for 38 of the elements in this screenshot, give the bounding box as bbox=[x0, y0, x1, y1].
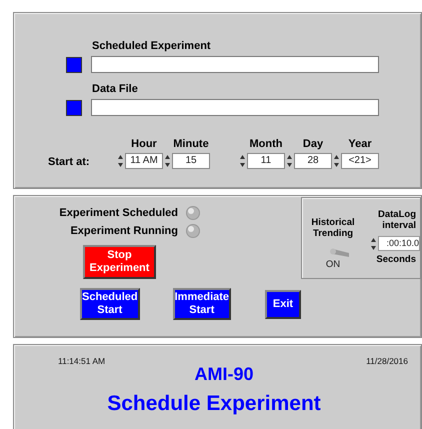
switch-state: ON bbox=[326, 259, 340, 270]
field-label: Scheduled Experiment bbox=[92, 40, 212, 53]
stop-button[interactable]: Stop Experiment bbox=[83, 245, 156, 279]
exit-button[interactable]: Exit bbox=[265, 290, 301, 318]
numeric-field[interactable]: 28 bbox=[294, 153, 332, 169]
numeric-field[interactable]: 11 AM bbox=[125, 153, 163, 169]
interval-field[interactable]: :00:10.0 bbox=[378, 236, 420, 251]
app-title: AMI-90 bbox=[194, 364, 254, 385]
unit-label: Seconds bbox=[376, 254, 416, 265]
spinner-icon[interactable] bbox=[165, 154, 170, 168]
switch-label: Historical Trending bbox=[311, 217, 355, 239]
current-date: 11/28/2016 bbox=[366, 356, 408, 366]
column-header: Year bbox=[347, 138, 373, 150]
start-at-label: Start at: bbox=[48, 156, 91, 169]
field-label: Data File bbox=[92, 83, 139, 96]
column-header: Minute bbox=[172, 138, 210, 150]
interval-label: DataLog interval bbox=[377, 209, 416, 231]
column-header: Month bbox=[248, 138, 284, 150]
start-button[interactable]: Scheduled Start bbox=[80, 288, 140, 320]
numeric-field[interactable]: 11 bbox=[247, 153, 285, 169]
screen-title: Schedule Experiment bbox=[107, 392, 321, 416]
spinner-icon[interactable] bbox=[240, 154, 245, 168]
indicator-label: Experiment Scheduled bbox=[59, 207, 178, 219]
column-header: Hour bbox=[130, 138, 158, 150]
clock-time: 11:14:51 AM bbox=[58, 356, 106, 366]
column-header: Day bbox=[302, 138, 324, 150]
indicator-label: Experiment Running bbox=[70, 225, 178, 237]
spinner-icon[interactable] bbox=[334, 154, 339, 168]
spinner-icon[interactable] bbox=[287, 154, 292, 168]
spinner-icon[interactable] bbox=[371, 236, 376, 250]
numeric-field[interactable]: 15 bbox=[172, 153, 210, 169]
numeric-field[interactable]: <21> bbox=[341, 153, 379, 169]
path-field[interactable] bbox=[91, 99, 379, 116]
status-square-icon bbox=[66, 100, 82, 116]
spinner-icon[interactable] bbox=[118, 154, 123, 168]
status-square-icon bbox=[66, 56, 82, 72]
path-field[interactable] bbox=[91, 56, 379, 73]
start-button[interactable]: Immediate Start bbox=[172, 288, 232, 320]
